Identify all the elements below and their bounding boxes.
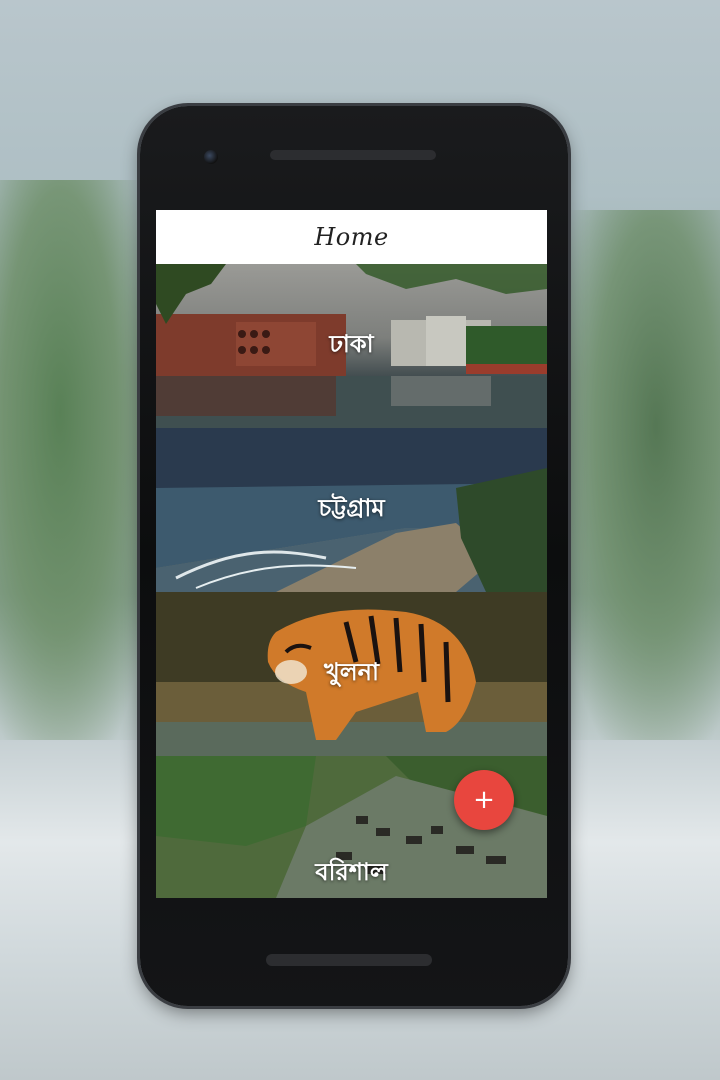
division-label-khulna: খুলনা [324, 658, 379, 686]
division-label-chattogram: চট্টগ্রাম [318, 494, 385, 522]
page-title: Home [314, 223, 389, 251]
add-fab-button[interactable]: + [454, 770, 514, 830]
front-camera [204, 150, 218, 164]
division-label-dhaka: ঢাকা [329, 330, 374, 358]
division-card-chattogram[interactable]: চট্টগ্রাম [156, 428, 547, 592]
top-speaker-grille [270, 150, 436, 160]
background-forest-right [560, 210, 720, 750]
division-card-dhaka[interactable]: ঢাকা [156, 264, 547, 428]
background-forest-left [0, 180, 150, 760]
division-card-khulna[interactable]: খুলনা [156, 592, 547, 756]
phone-screen: Home ঢাকা চট্টগ্রাম খুলনা বরিশাল + [156, 210, 547, 898]
division-label-barisal: বরিশাল [315, 858, 388, 886]
app-bar: Home [156, 210, 547, 264]
phone-frame: Home ঢাকা চট্টগ্রাম খুলনা বরিশাল + [140, 106, 568, 1006]
plus-icon: + [473, 785, 495, 815]
bottom-speaker-grille [266, 954, 432, 966]
